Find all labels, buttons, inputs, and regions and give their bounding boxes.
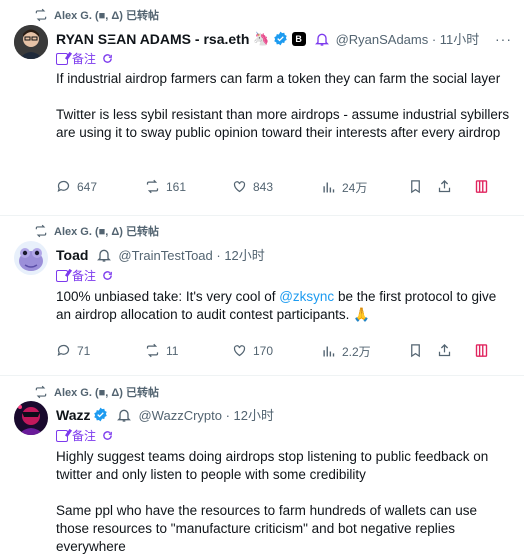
edit-icon: [56, 52, 68, 65]
tweet[interactable]: Alex G. (■, Δ) 已转帖 Toad @TrainTestToad ·…: [0, 216, 524, 376]
share-button[interactable]: [437, 343, 452, 358]
bar-chart-icon: [323, 182, 335, 193]
views-button[interactable]: 24万: [321, 179, 367, 196]
avatar[interactable]: [14, 401, 48, 435]
note-label: 备注: [72, 269, 97, 283]
verified-badge-icon: [273, 31, 287, 46]
reply-count: 71: [77, 343, 91, 358]
note-label: 备注: [72, 429, 97, 443]
tweet-text: 100% unbiased take: It's very cool of @z…: [56, 288, 512, 324]
retweet-icon: [35, 385, 47, 399]
retweet-icon: [146, 343, 159, 358]
bar-chart-icon: [323, 346, 335, 357]
reply-icon: [57, 344, 70, 357]
tweet[interactable]: Alex G. (■, Δ) 已转帖 RYAN SΞAN ADAMS - rsa…: [0, 0, 524, 216]
handle-timestamp[interactable]: @TrainTestToad · 12小时: [118, 245, 264, 264]
retweet-label: Alex G. (■, Δ) 已转帖: [54, 10, 160, 22]
bookmark-button[interactable]: [408, 343, 423, 358]
extension-icon: [475, 344, 488, 357]
handle-timestamp[interactable]: @RyanSAdams · 11小时: [336, 29, 480, 48]
handle-timestamp[interactable]: @WazzCrypto · 12小时: [138, 405, 274, 424]
retweet-icon: [35, 8, 47, 22]
note-tag[interactable]: 备注: [56, 427, 113, 444]
note-label: 备注: [72, 52, 97, 66]
bookmark-button[interactable]: [408, 179, 423, 194]
tweet-paragraph: Highly suggest teams doing airdrops stop…: [56, 449, 489, 482]
heart-icon: [233, 181, 246, 193]
share-icon: [438, 179, 451, 193]
retweet-context[interactable]: Alex G. (■, Δ) 已转帖: [34, 7, 159, 23]
tweet-header: Toad @TrainTestToad · 12小时: [56, 245, 512, 264]
mention-link[interactable]: @zksync: [279, 289, 334, 304]
reply-count: 647: [77, 179, 98, 194]
tweet-actions: 71 11 170 2.2万: [56, 343, 512, 361]
more-icon[interactable]: ···: [495, 31, 512, 47]
tweet-text: If industrial airdrop farmers can farm a…: [56, 70, 512, 142]
tweet-text: Highly suggest teams doing airdrops stop…: [56, 448, 512, 556]
note-tag[interactable]: 备注: [56, 267, 113, 284]
tweet-header: Wazz @WazzCrypto · 12小时: [56, 405, 512, 424]
unicorn-emoji: 🦄: [253, 30, 270, 46]
view-count: 2.2万: [342, 345, 371, 359]
note-tag[interactable]: 备注: [56, 50, 113, 67]
bookmark-icon: [411, 180, 420, 194]
tweet-actions: 647 161 843 24万: [56, 179, 512, 197]
share-button[interactable]: [437, 179, 452, 194]
retweet-context[interactable]: Alex G. (■, Δ) 已转帖: [34, 223, 159, 239]
view-count: 24万: [342, 181, 368, 195]
tweet-paragraph: If industrial airdrop farmers can farm a…: [56, 71, 501, 86]
like-count: 170: [253, 343, 274, 358]
tweet-header: RYAN SΞAN ADAMS - rsa.eth 🦄 B @RyanSAdam…: [56, 29, 512, 48]
retweet-context[interactable]: Alex G. (■, Δ) 已转帖: [34, 384, 159, 400]
retweet-count: 11: [166, 343, 179, 358]
retweet-label: Alex G. (■, Δ) 已转帖: [54, 226, 160, 238]
refresh-icon[interactable]: [102, 53, 113, 64]
heart-icon: [233, 345, 246, 357]
refresh-icon[interactable]: [102, 270, 113, 281]
tweet-paragraph: Twitter is less sybil resistant than mor…: [56, 107, 510, 140]
reply-button[interactable]: 647: [56, 179, 97, 194]
bookmark-icon: [411, 344, 420, 358]
avatar[interactable]: [14, 25, 48, 59]
bell-icon[interactable]: [96, 247, 112, 263]
bell-icon[interactable]: [314, 31, 330, 47]
retweet-button[interactable]: 161: [145, 179, 186, 194]
reply-button[interactable]: 71: [56, 343, 90, 358]
like-button[interactable]: 843: [232, 179, 273, 194]
display-name[interactable]: Wazz: [56, 407, 90, 423]
affiliate-badge: B: [291, 31, 306, 46]
views-button[interactable]: 2.2万: [321, 343, 371, 360]
timeline-feed: Alex G. (■, Δ) 已转帖 RYAN SΞAN ADAMS - rsa…: [0, 0, 524, 557]
like-count: 843: [253, 179, 274, 194]
display-name[interactable]: RYAN SΞAN ADAMS - rsa.eth: [56, 31, 249, 47]
retweet-button[interactable]: 11: [145, 343, 178, 358]
retweet-label: Alex G. (■, Δ) 已转帖: [54, 387, 160, 399]
tweet-paragraph: Same ppl who have the resources to farm …: [56, 503, 477, 554]
extension-icon: [475, 180, 488, 193]
share-icon: [438, 343, 451, 357]
edit-icon: [56, 269, 68, 282]
tweet[interactable]: Alex G. (■, Δ) 已转帖 Wazz @WazzCrypto · 12…: [0, 376, 524, 557]
tweet-text-part: 100% unbiased take: It's very cool of: [56, 289, 280, 304]
reply-icon: [57, 180, 70, 193]
retweet-count: 161: [166, 179, 187, 194]
extension-button[interactable]: [474, 343, 489, 358]
like-button[interactable]: 170: [232, 343, 273, 358]
verified-badge-icon: [94, 407, 108, 422]
retweet-icon: [35, 224, 47, 238]
edit-icon: [56, 429, 68, 442]
extension-button[interactable]: [474, 179, 489, 194]
display-name[interactable]: Toad: [56, 247, 88, 263]
bell-icon[interactable]: [116, 407, 132, 423]
refresh-icon[interactable]: [102, 430, 113, 441]
retweet-icon: [146, 179, 159, 194]
avatar[interactable]: [14, 241, 48, 275]
